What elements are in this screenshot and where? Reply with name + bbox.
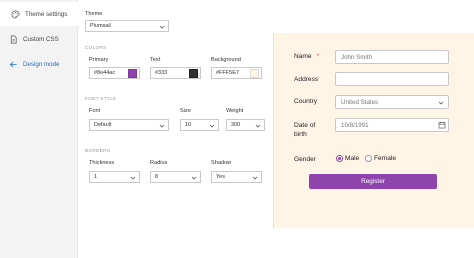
colors-section-title: COLORS	[85, 46, 107, 51]
background-color-swatch[interactable]	[250, 69, 259, 78]
name-label-text: Name	[294, 53, 312, 60]
chevron-down-icon	[191, 176, 197, 180]
sidebar-item-design-mode[interactable]: Design mode	[0, 52, 78, 76]
text-color-value: #333	[155, 70, 168, 76]
radius-select-value: 8	[155, 174, 159, 180]
country-select[interactable]: United States	[335, 95, 449, 109]
shadow-select-value: Yes	[216, 174, 225, 180]
font-style-section-title: FONT STYLE	[85, 97, 117, 102]
chevron-down-icon	[252, 176, 258, 180]
shadow-select[interactable]: Yes	[211, 171, 262, 183]
gender-male-label[interactable]: Male	[345, 155, 359, 162]
thickness-select-value: 1	[94, 174, 98, 180]
country-label: Country	[294, 98, 318, 105]
text-color-label: Text	[150, 57, 161, 63]
font-select[interactable]: Default	[89, 119, 169, 131]
weight-label: Weight	[226, 108, 244, 114]
background-color-label: Background	[211, 57, 241, 63]
required-asterisk: *	[316, 53, 320, 60]
theme-select[interactable]: Plumsail	[85, 20, 169, 32]
country-select-value: United States	[341, 98, 379, 106]
gender-female-radio[interactable]	[365, 155, 372, 162]
size-label: Size	[180, 108, 191, 114]
arrow-left-icon	[9, 60, 18, 69]
radius-label: Radius	[150, 160, 168, 166]
gender-male-radio[interactable]	[336, 155, 343, 162]
chevron-down-icon	[255, 124, 261, 128]
gender-female-label[interactable]: Female	[374, 155, 396, 162]
sidebar-item-label: Custom CSS	[23, 35, 59, 43]
dob-input-value: 10/8/1991	[341, 121, 369, 129]
sidebar-item-label: Design mode	[23, 60, 60, 68]
chevron-down-icon	[130, 176, 136, 180]
dob-label: Date of birth	[294, 121, 315, 139]
address-input[interactable]	[335, 72, 449, 86]
weight-select[interactable]: 300	[226, 119, 265, 131]
font-select-value: Default	[94, 122, 112, 128]
name-input-placeholder: John Smith	[341, 53, 372, 61]
dob-label-line2: birth	[294, 131, 307, 138]
gender-label: Gender	[294, 156, 316, 163]
calendar-icon[interactable]	[437, 120, 447, 130]
sidebar: Theme settings Custom CSS Design mode	[0, 0, 78, 258]
chevron-down-icon	[159, 124, 165, 128]
sidebar-item-label: Theme settings	[25, 10, 68, 18]
theme-label: Theme	[85, 11, 103, 17]
shadow-label: Shadow	[211, 160, 232, 166]
document-icon	[9, 35, 18, 44]
chevron-down-icon	[438, 101, 444, 105]
chevron-down-icon	[159, 25, 165, 29]
name-input[interactable]: John Smith	[335, 50, 449, 64]
weight-select-value: 300	[231, 122, 241, 128]
dob-input[interactable]: 10/8/1991	[335, 118, 449, 132]
sidebar-item-custom-css[interactable]: Custom CSS	[0, 27, 78, 51]
borders-section-title: BORDERS	[85, 149, 111, 154]
sidebar-item-theme-settings[interactable]: Theme settings	[0, 2, 78, 26]
size-select[interactable]: 10	[180, 119, 219, 131]
radius-select[interactable]: 8	[150, 171, 201, 183]
thickness-select[interactable]: 1	[89, 171, 140, 183]
chevron-down-icon	[209, 124, 215, 128]
primary-color-swatch[interactable]	[128, 69, 137, 78]
primary-label: Primary	[89, 57, 109, 63]
palette-icon	[11, 10, 20, 19]
name-label: Name *	[294, 53, 319, 60]
thickness-label: Thickness	[89, 160, 115, 166]
register-button[interactable]: Register	[309, 174, 437, 189]
background-color-value: #FFF5E7	[216, 70, 239, 76]
text-color-swatch[interactable]	[189, 69, 198, 78]
dob-label-line1: Date of	[294, 122, 316, 129]
theme-select-value: Plumsail	[90, 23, 111, 29]
address-label: Address	[294, 76, 319, 83]
font-label: Font	[89, 108, 101, 114]
primary-color-value: #8e44ac	[94, 70, 116, 76]
size-select-value: 10	[185, 122, 192, 128]
